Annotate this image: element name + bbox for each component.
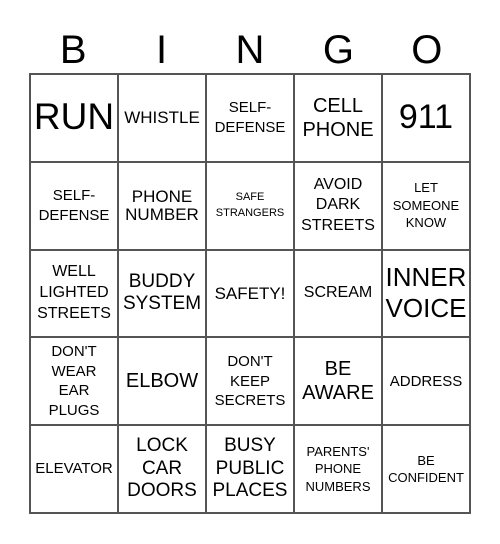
bingo-cell[interactable]: PARENTS' PHONE NUMBERS [294,425,382,513]
bingo-cell[interactable]: BUDDY SYSTEM [118,249,206,338]
bingo-cell[interactable]: DON'T WEAR EAR PLUGS [30,337,118,426]
bingo-cell[interactable]: INNER VOICE [382,249,470,338]
bingo-cell[interactable]: SAFETY! [206,249,294,338]
header-letter-o: O [411,28,443,72]
bingo-cell[interactable]: SCREAM [294,249,382,338]
bingo-cell[interactable]: ADDRESS [382,337,470,426]
bingo-cell[interactable]: RUN [30,74,118,162]
bingo-cell[interactable]: SELF- DEFENSE [30,161,118,250]
bingo-cell[interactable]: ELBOW [118,337,206,426]
bingo-cell[interactable]: 911 [382,74,470,162]
bingo-cell[interactable]: WHISTLE [118,74,206,162]
bingo-cell[interactable]: SAFE STRANGERS [206,161,294,250]
bingo-cell[interactable]: SELF- DEFENSE [206,74,294,162]
bingo-cell[interactable]: BUSY PUBLIC PLACES [206,425,294,513]
bingo-cell[interactable]: PHONE NUMBER [118,161,206,250]
bingo-board: RUN WHISTLE SELF- DEFENSE CELL PHONE 911… [29,73,471,514]
header-letter-n: N [235,28,265,72]
bingo-cell[interactable]: ELEVATOR [30,425,118,513]
header-letter-g: G [322,28,354,72]
bingo-cell[interactable]: LET SOMEONE KNOW [382,161,470,250]
bingo-cell[interactable]: WELL LIGHTED STREETS [30,249,118,338]
header-letter-i: I [156,28,168,72]
bingo-cell[interactable]: CELL PHONE [294,74,382,162]
bingo-cell[interactable]: DON'T KEEP SECRETS [206,337,294,426]
bingo-cell[interactable]: BE AWARE [294,337,382,426]
header-letter-b: B [59,28,87,72]
bingo-cell[interactable]: LOCK CAR DOORS [118,425,206,513]
bingo-cell[interactable]: AVOID DARK STREETS [294,161,382,250]
bingo-cell[interactable]: BE CONFIDENT [382,425,470,513]
bingo-header: B I N G O [29,28,471,72]
